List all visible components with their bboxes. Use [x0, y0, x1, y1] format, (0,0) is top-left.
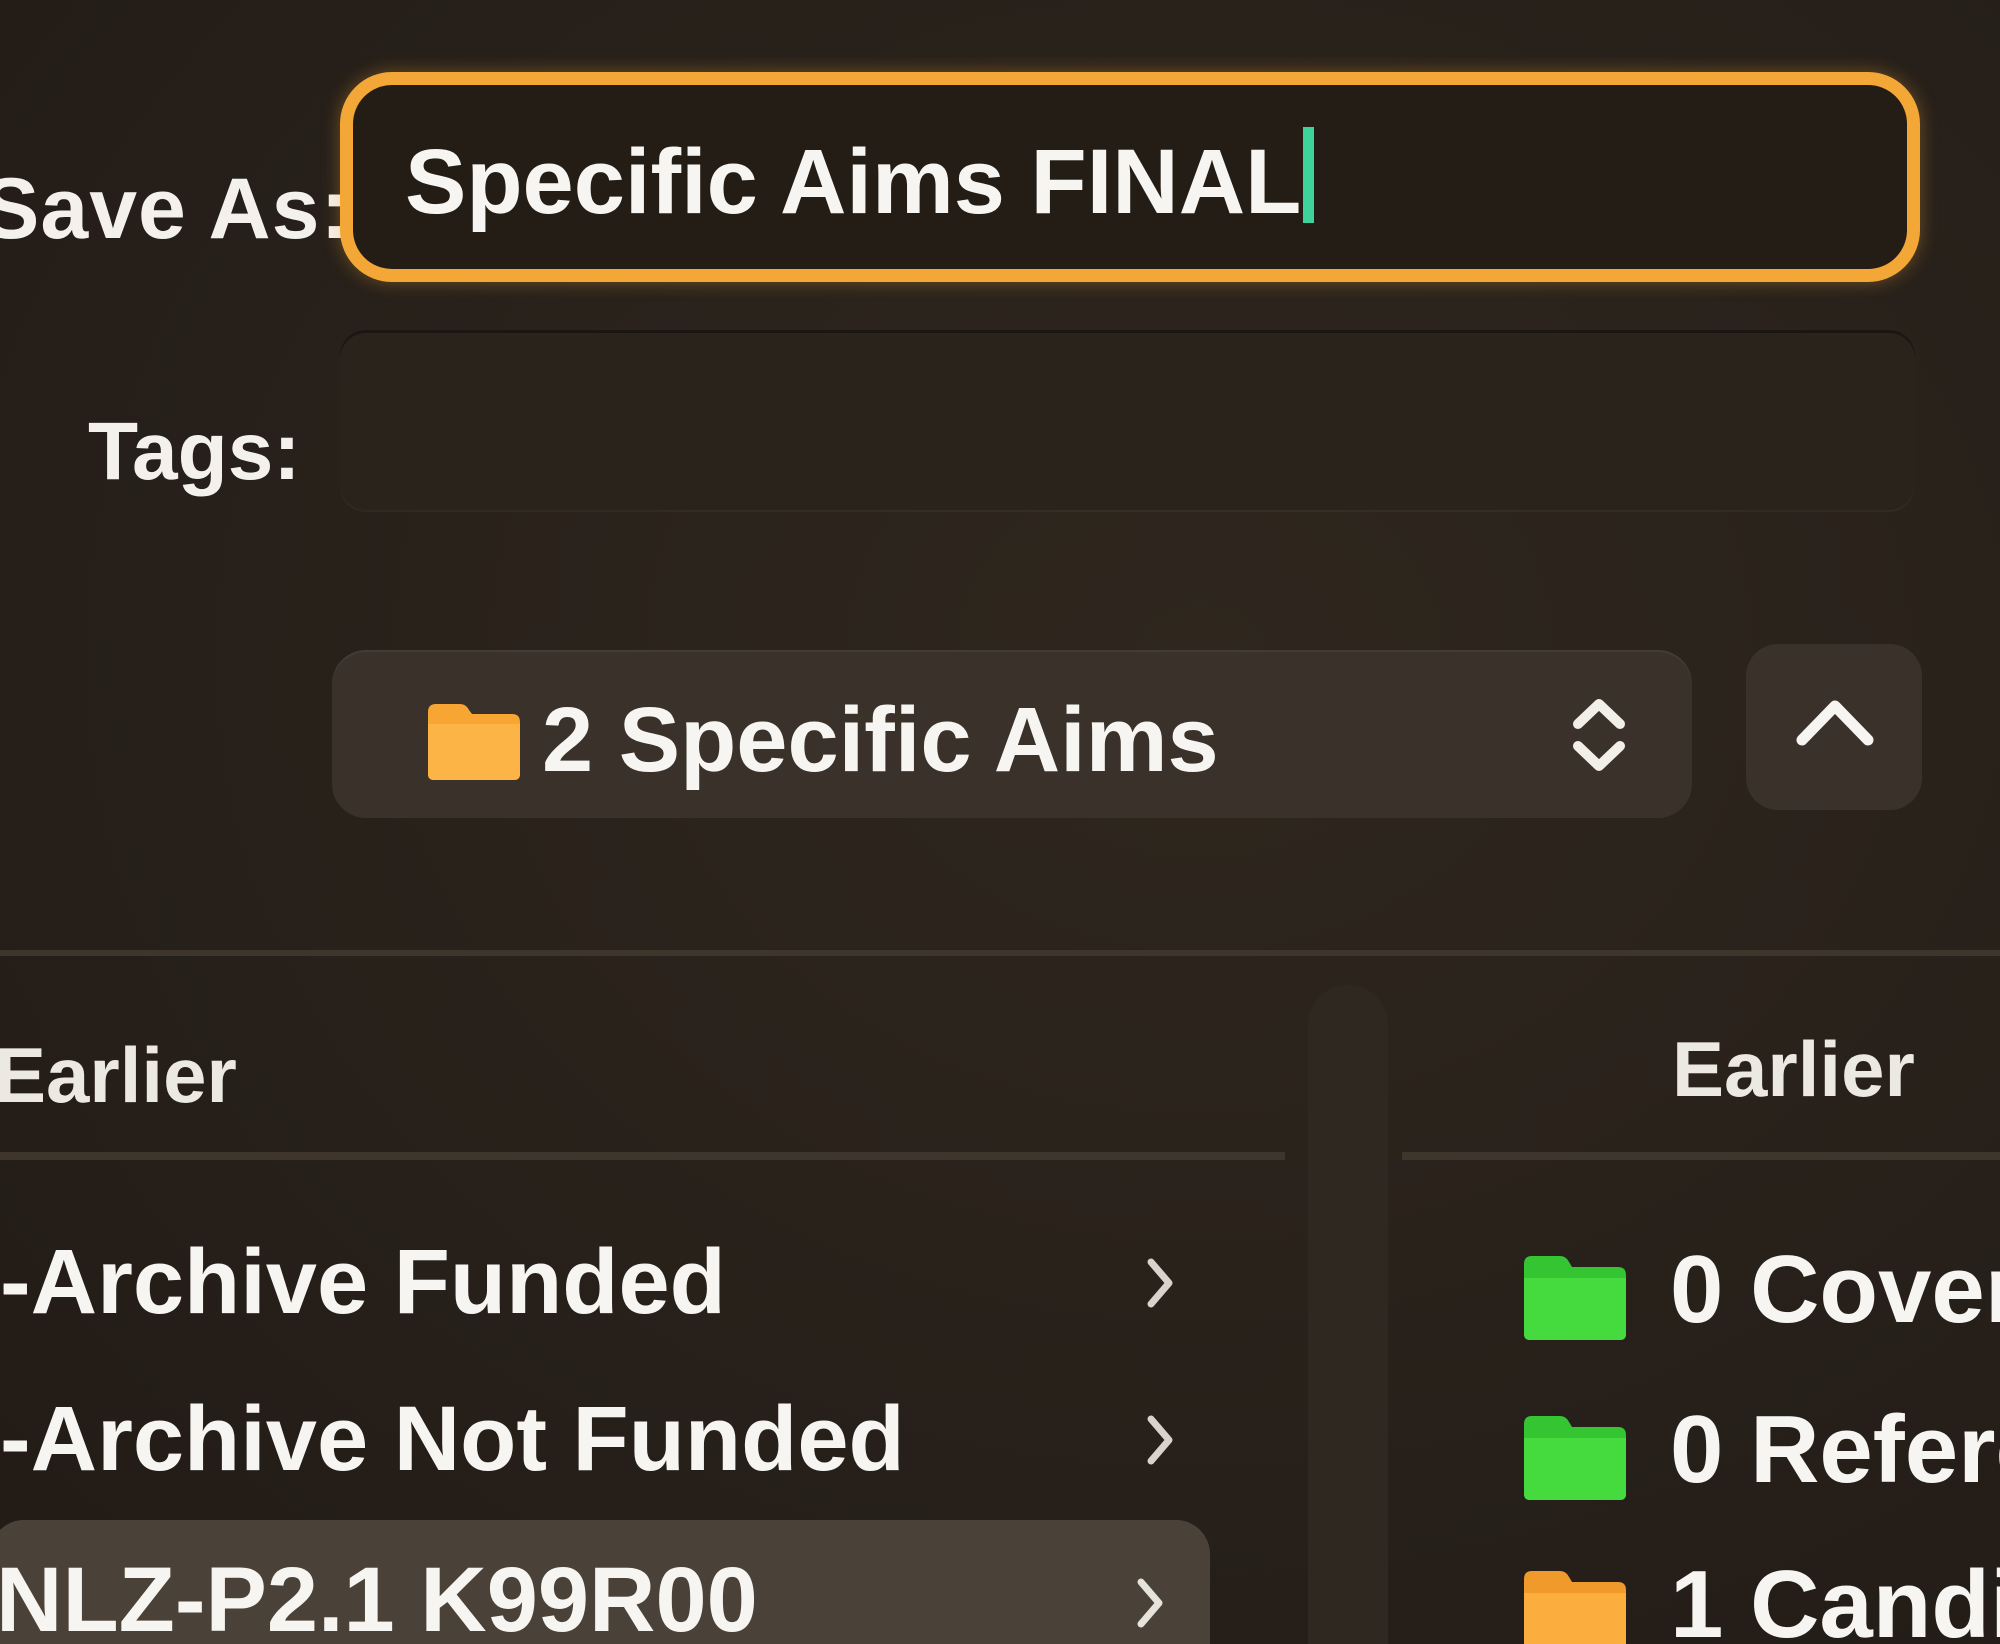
folder-icon: [1524, 1256, 1626, 1340]
list-item[interactable]: -Archive Funded: [0, 1208, 1210, 1358]
folder-icon: [428, 704, 520, 780]
chevron-right-icon: [1147, 1415, 1173, 1465]
section-divider: [0, 950, 2000, 956]
list-item-label: -Archive Not Funded: [0, 1388, 905, 1490]
save-as-input-text[interactable]: Specific Aims FINAL: [405, 127, 1315, 235]
save-dialog: Save As: Specific Aims FINAL Tags: 2 Spe…: [0, 0, 2000, 1644]
column-scrollbar[interactable]: [1308, 985, 1388, 1644]
list-item-selected[interactable]: NLZ-P2.1 K99R00: [0, 1520, 1210, 1644]
list-item-label: NLZ-P2.1 K99R00: [0, 1549, 758, 1644]
chevron-right-icon: [1137, 1578, 1163, 1628]
save-as-value: Specific Aims FINAL: [405, 131, 1302, 233]
list-item-label: -Archive Funded: [0, 1231, 726, 1333]
chevron-right-icon: [1147, 1258, 1173, 1308]
chevron-up-icon: [1796, 700, 1874, 746]
column1-divider: [0, 1152, 1285, 1160]
folder-label: 1 Candi: [1670, 1551, 2000, 1644]
collapse-browser-button[interactable]: [1746, 644, 1922, 810]
location-popup-button[interactable]: 2 Specific Aims: [332, 650, 1692, 818]
folder-icon: [1524, 1416, 1626, 1500]
tags-field[interactable]: [340, 330, 1915, 510]
location-label: 2 Specific Aims: [542, 689, 1219, 791]
folder-label: 0 Refere: [1670, 1396, 2000, 1503]
column1-header: Earlier: [0, 1031, 237, 1119]
folder-list-item[interactable]: 1 Candi: [1520, 1530, 2000, 1644]
folder-label: 0 Cover: [1670, 1236, 2000, 1343]
column2-divider: [1402, 1152, 2000, 1160]
column2-header: Earlier: [1672, 1025, 1915, 1113]
save-as-label: Save As:: [0, 161, 351, 257]
folder-icon: [1524, 1571, 1626, 1644]
up-down-chevrons-icon: [1573, 699, 1625, 771]
folder-list-item[interactable]: 0 Cover: [1520, 1215, 2000, 1365]
text-caret: [1303, 127, 1315, 223]
folder-list-item[interactable]: 0 Refere: [1520, 1375, 2000, 1525]
save-as-field[interactable]: Specific Aims FINAL: [340, 72, 1920, 282]
list-item[interactable]: -Archive Not Funded: [0, 1365, 1210, 1515]
tags-label: Tags:: [88, 406, 301, 497]
